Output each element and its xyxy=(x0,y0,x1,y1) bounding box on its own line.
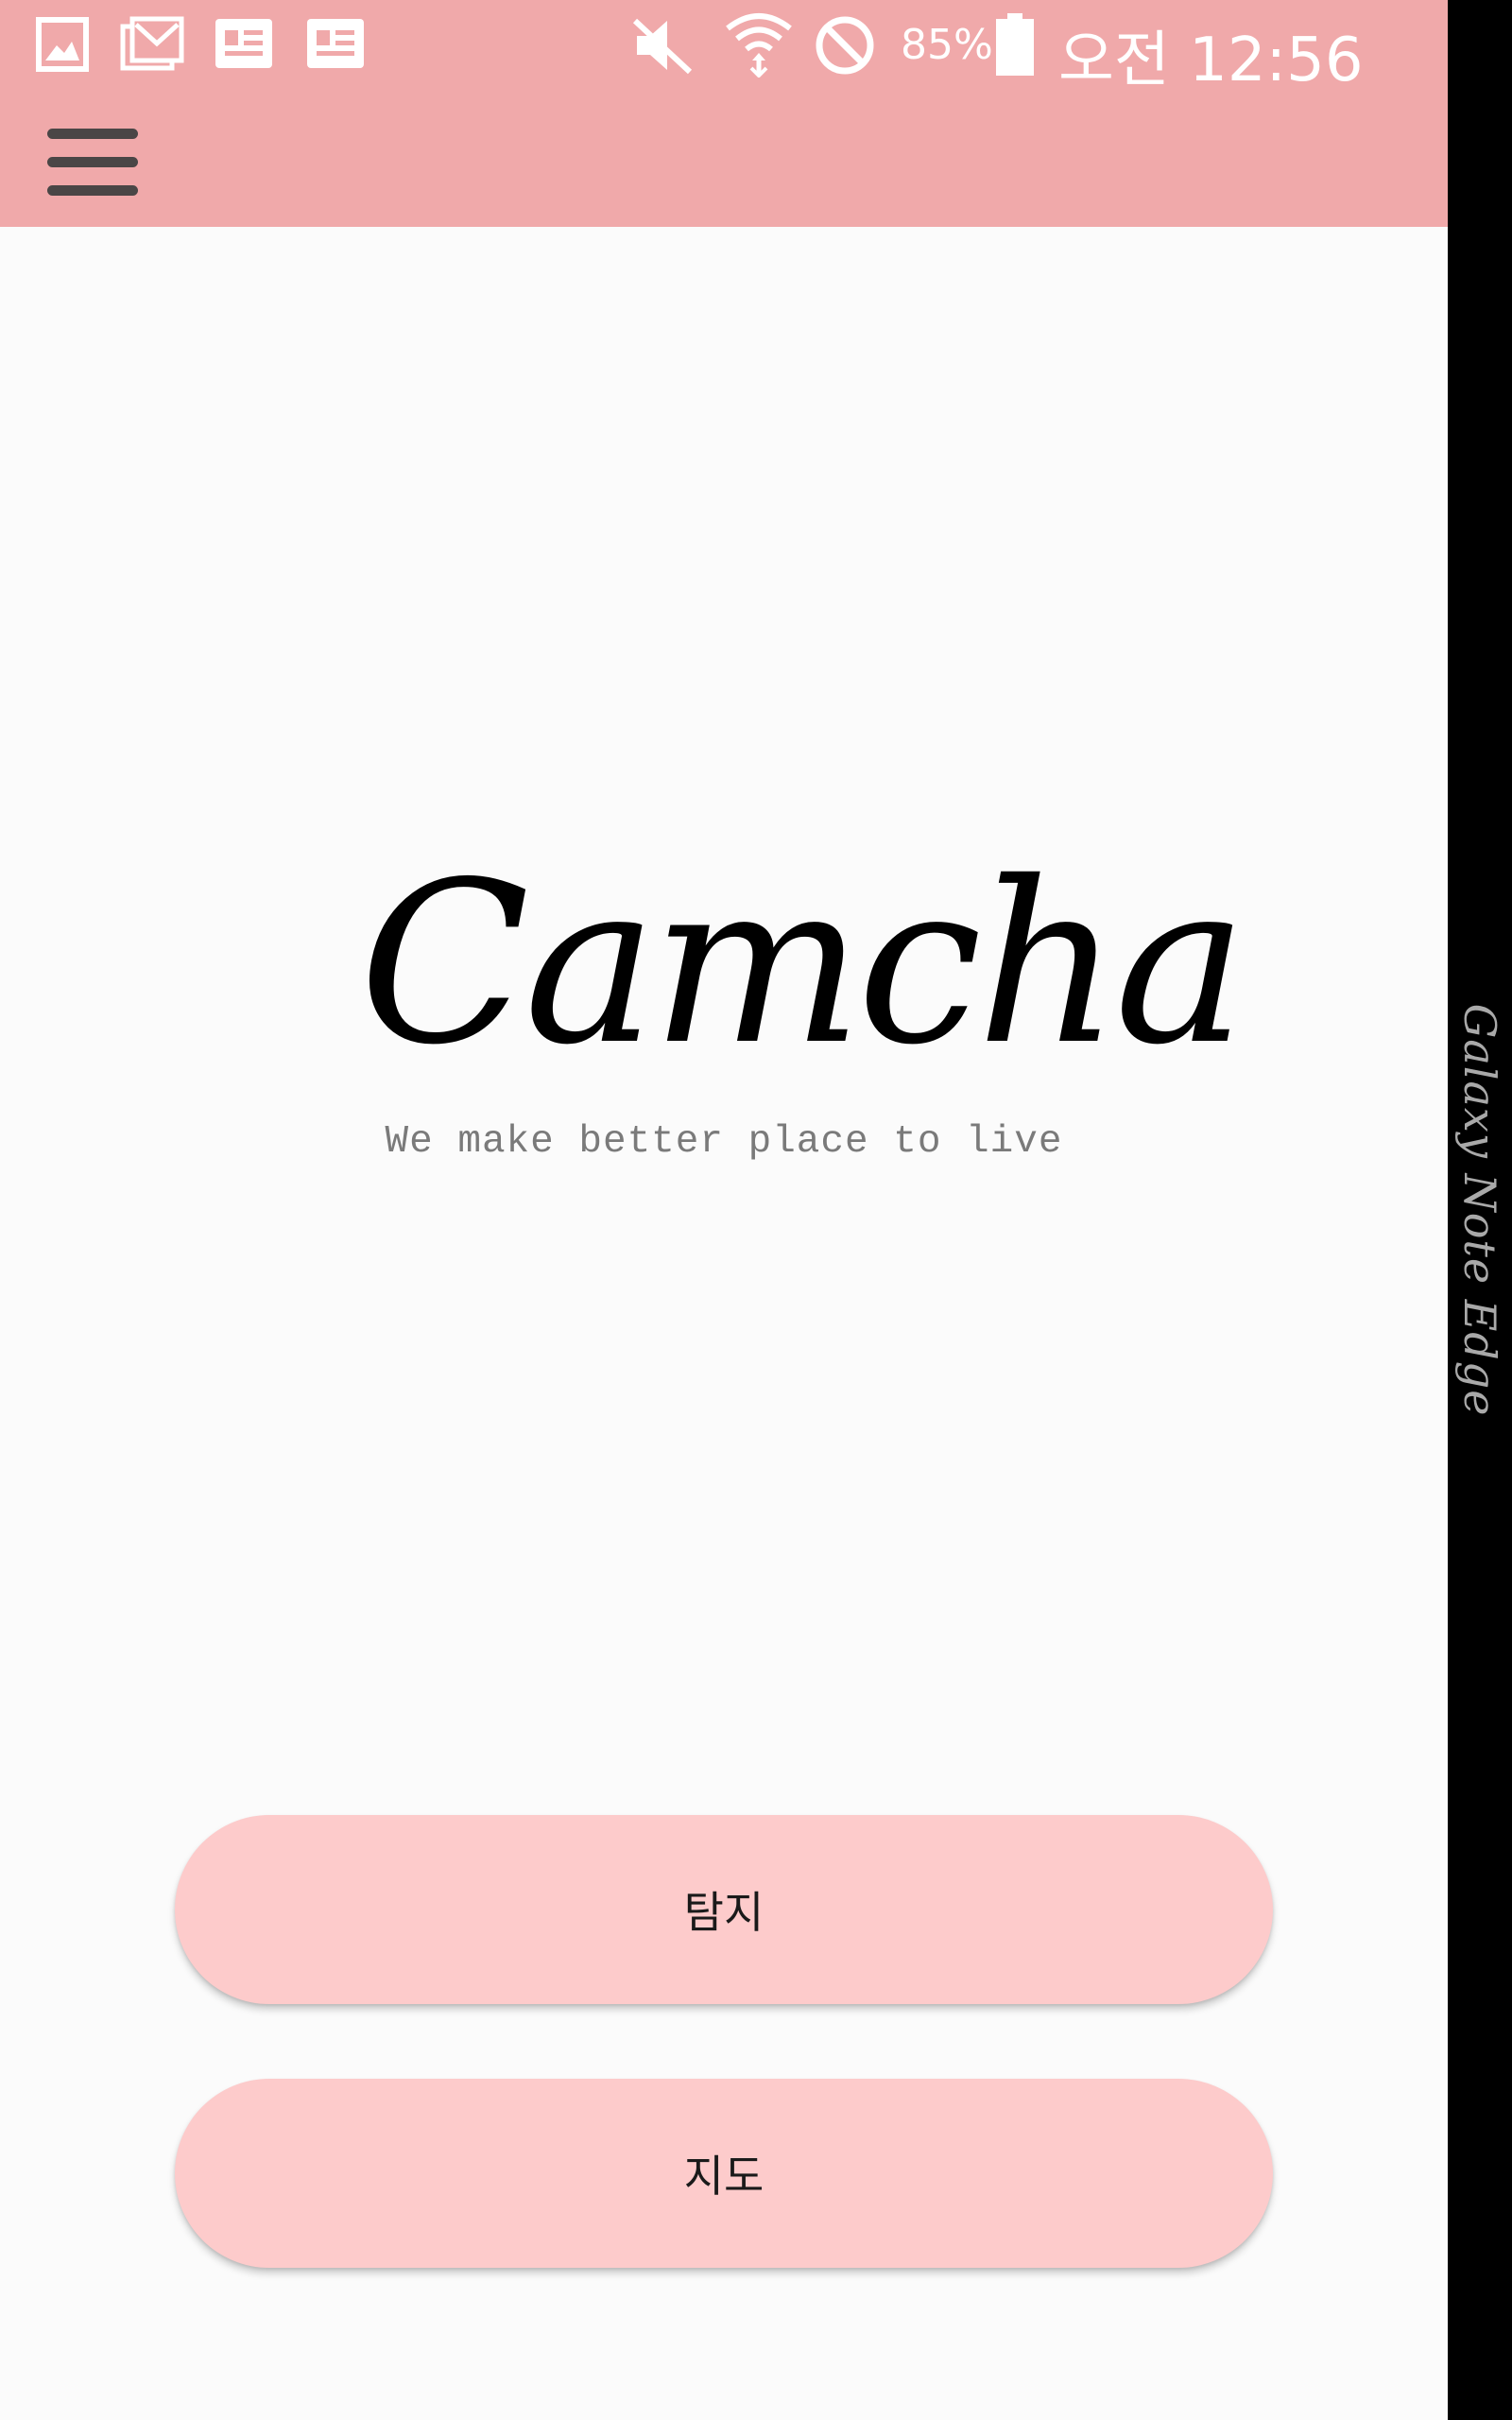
gmail-icon xyxy=(120,16,184,71)
mute-icon xyxy=(632,18,693,75)
map-button[interactable]: 지도 xyxy=(175,2079,1273,2268)
map-button-label: 지도 xyxy=(683,2151,765,2202)
news-icon xyxy=(307,19,364,68)
menu-button[interactable] xyxy=(34,115,151,210)
app-bar: 85% 오전 12:56 xyxy=(0,0,1448,227)
battery-percent: 85% xyxy=(901,21,993,69)
clock: 오전 12:56 xyxy=(1058,26,1364,95)
detect-button[interactable]: 탐지 xyxy=(175,1815,1273,2004)
edge-panel-label: Galaxy Note Edge xyxy=(1454,1003,1505,1417)
battery-icon xyxy=(996,13,1034,76)
gallery-icon xyxy=(36,17,89,72)
tagline: We make better place to live xyxy=(385,1120,1063,1164)
detect-button-label: 탐지 xyxy=(683,1887,765,1938)
news-icon xyxy=(215,19,272,68)
wifi-icon xyxy=(726,13,792,78)
status-bar: 85% 오전 12:56 xyxy=(0,0,1448,95)
app-logo: Camcha xyxy=(359,834,1247,1094)
do-not-disturb-icon xyxy=(816,16,874,75)
